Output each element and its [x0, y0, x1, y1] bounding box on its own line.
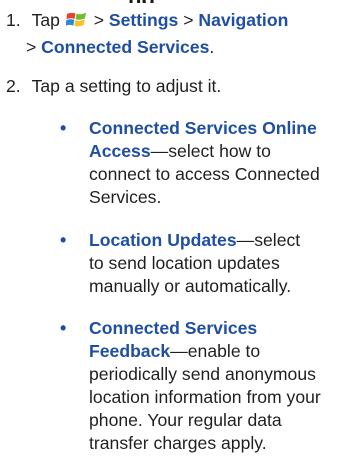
bullet-1-title-part-2: Access — [89, 141, 151, 161]
step-1-gt-3: > — [26, 37, 37, 57]
bullet-2-line-2: to send location updates — [89, 253, 280, 273]
step-1-number: 1. — [6, 10, 21, 30]
step-2-line: 2. Tap a setting to adjust it. — [6, 76, 221, 96]
heading-fragment-text: ng — [128, 0, 155, 3]
manual-page: ng 1. Tap > Settings > Navigation > Conn… — [0, 0, 341, 464]
step-2-number: 2. — [6, 76, 21, 96]
step-1-period: . — [209, 37, 215, 57]
bullet-3-line-1: Connected Services — [89, 318, 257, 338]
bullet-2-title: Location Updates — [89, 230, 237, 250]
connected-services-link: Connected Services — [41, 37, 210, 57]
bullet-3-line-3: periodically send anonymous — [89, 364, 316, 384]
bullet-3-desc-2: —enable to — [170, 341, 261, 361]
bullet-2-line-3: manually or automatically. — [89, 276, 292, 296]
settings-link: Settings — [108, 10, 179, 30]
bullet-3-title-part-1: Connected Services — [89, 318, 258, 338]
step-1-line-2: > Connected Services. — [26, 37, 214, 57]
bullet-1-line-1: Connected Services Online — [89, 118, 317, 138]
windows-start-icon — [65, 11, 87, 29]
bullet-3-line-4: location information from your — [89, 387, 321, 407]
bullet-3-symbol: • — [60, 318, 67, 338]
bullet-1-line-4: Services. — [89, 187, 162, 207]
section-heading-fragment: ng — [128, 0, 268, 3]
bullet-2-line-1: Location Updates—select — [89, 230, 300, 250]
bullet-1-title-part-1: Connected Services Online — [89, 118, 317, 138]
bullet-1-symbol: • — [60, 118, 67, 138]
bullet-1-line-3: connect to access Connected — [89, 164, 320, 184]
bullet-1-desc-2: —select how to — [150, 141, 271, 161]
navigation-link: Navigation — [198, 10, 289, 30]
bullet-1-line-2: Access—select how to — [89, 141, 271, 161]
step-2-text: Tap a setting to adjust it. — [31, 76, 222, 96]
step-1-gt-2: > — [183, 10, 194, 30]
bullet-3-line-2: Feedback—enable to — [89, 341, 260, 361]
step-1-tap: Tap — [31, 10, 60, 30]
bullet-3-title-part-2: Feedback — [89, 341, 171, 361]
bullet-2-symbol: • — [60, 230, 67, 250]
bullet-2-desc-1: —select — [236, 230, 301, 250]
bullet-3-line-6: transfer charges apply. — [89, 433, 267, 453]
bullet-3-line-5: phone. Your regular data — [89, 410, 282, 430]
step-1-line-1: 1. Tap > Settings > Navigation — [6, 10, 288, 30]
step-1-gt-1: > — [93, 10, 105, 30]
